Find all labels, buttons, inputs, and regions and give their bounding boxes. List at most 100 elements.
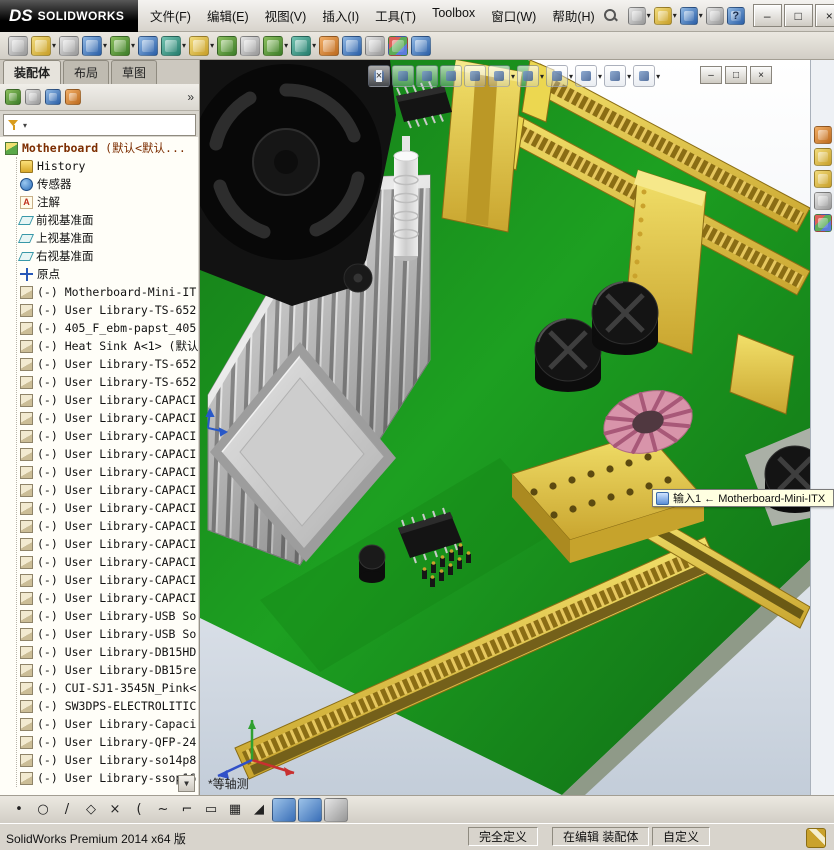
mate-icon[interactable]: ▾ (110, 35, 135, 56)
tree-item[interactable]: (-) CUI-SJ1-3545N_Pink< (20, 679, 198, 697)
tree-item[interactable]: (-) User Library-so14p8 (20, 751, 198, 769)
tree-item[interactable]: (-) User Library-CAPACI (20, 481, 198, 499)
tree-item[interactable]: (-) User Library-QFP-24 (20, 733, 198, 751)
assembly-features-icon[interactable]: ▾ (263, 35, 288, 56)
dropdown-caret-icon[interactable]: ▾ (210, 41, 214, 50)
dropdown-caret-icon[interactable]: ▾ (284, 41, 288, 50)
grid-snap-icon[interactable] (298, 797, 322, 822)
custom-status[interactable]: 自定义 (652, 827, 711, 846)
attachments-icon[interactable] (59, 35, 80, 56)
tree-item[interactable]: (-) User Library-CAPACI (20, 589, 198, 607)
previous-view-icon[interactable] (440, 65, 462, 87)
sketch-pattern-icon[interactable]: ▦ (224, 799, 246, 821)
print-button[interactable] (705, 6, 724, 25)
sketch-polygon-icon[interactable]: ◇ (80, 799, 102, 821)
document-minimize-button[interactable]: – (700, 66, 722, 84)
sketch-circle-icon[interactable]: ○ (32, 799, 54, 821)
document-close-button[interactable]: × (750, 66, 772, 84)
menu-help[interactable]: 帮助(H) (544, 3, 602, 28)
sketch-line-icon[interactable]: / (56, 799, 78, 821)
solidworks-resources-icon[interactable] (813, 126, 832, 144)
tree-item[interactable]: (-) User Library-CAPACI (20, 571, 198, 589)
reference-geometry-icon[interactable]: ▾ (291, 35, 316, 56)
view-palette-icon[interactable] (813, 192, 832, 210)
rotate-component-icon[interactable] (240, 35, 261, 56)
panel-expand-chevron[interactable]: » (187, 90, 194, 104)
sketch-corner-rectangle-icon[interactable]: ⌐ (176, 799, 198, 821)
capacitor[interactable] (534, 318, 602, 392)
tab-sketch[interactable]: 草图 (111, 60, 158, 84)
tree-item[interactable]: 前视基准面 (17, 211, 198, 229)
maximize-button[interactable]: □ (783, 4, 813, 27)
dropdown-caret-icon[interactable]: ▾ (103, 41, 107, 50)
tree-item[interactable]: (-) User Library-ssop16 (20, 769, 198, 787)
3d-scene[interactable] (200, 60, 810, 795)
appearances-scenes-icon[interactable] (813, 214, 832, 232)
print-icon[interactable] (8, 35, 28, 56)
tree-item[interactable]: (-) User Library-DB15HD (20, 643, 198, 661)
tree-item[interactable]: (-) User Library-CAPACI (20, 535, 198, 553)
menu-tools[interactable]: 工具(T) (367, 3, 424, 28)
tree-item[interactable]: 上视基准面 (17, 229, 198, 247)
tree-item[interactable]: (-) User Library-CAPACI (20, 517, 198, 535)
insert-components-icon[interactable]: ▾ (82, 35, 107, 56)
tree-item[interactable]: (-) User Library-USB So (20, 607, 198, 625)
menu-insert[interactable]: 插入(I) (314, 3, 367, 28)
dropdown-caret-icon[interactable]: ▾ (182, 41, 186, 50)
save-button[interactable]: ▾ (679, 6, 703, 25)
tree-filter-combobox[interactable]: ▾ (3, 114, 196, 136)
tree-item[interactable]: 注解 (20, 193, 198, 211)
dropdown-caret-icon[interactable]: ▾ (598, 72, 602, 81)
capacitor[interactable] (591, 281, 659, 355)
dropdown-caret-icon[interactable]: ▾ (511, 72, 515, 81)
sketch-point-icon[interactable]: • (8, 799, 30, 821)
edit-pencil-icon[interactable] (806, 828, 826, 848)
sketch-fillet-icon[interactable]: ◢ (248, 799, 270, 821)
tree-item[interactable]: (-) Heat Sink A<1> (默认 (20, 337, 198, 355)
dropdown-caret-icon[interactable]: ▾ (540, 72, 544, 81)
tab-layout[interactable]: 布局 (63, 60, 110, 84)
featuremanager-tree-tab[interactable] (5, 89, 21, 105)
move-component-icon[interactable] (217, 35, 238, 56)
tree-item[interactable]: (-) User Library-USB So (20, 625, 198, 643)
zoom-to-area-icon[interactable] (416, 65, 438, 87)
capacitor[interactable] (358, 544, 386, 583)
dropdown-caret-icon[interactable]: ▾ (656, 72, 660, 81)
dropdown-caret-icon[interactable]: ▾ (699, 11, 703, 20)
zoom-to-fit-icon[interactable] (392, 65, 414, 87)
sketch-erase-icon[interactable]: × (104, 799, 126, 821)
minimize-button[interactable]: – (752, 4, 782, 27)
tree-item[interactable]: (-) User Library-CAPACI (20, 391, 198, 409)
design-library-icon[interactable] (813, 148, 832, 166)
menu-view[interactable]: 视图(V) (257, 3, 315, 28)
dropdown-caret-icon[interactable]: ▾ (647, 11, 651, 20)
displaymanager-tab[interactable] (65, 89, 81, 105)
help-button[interactable]: ? (726, 6, 745, 25)
tree-item[interactable]: (-) User Library-CAPACI (20, 553, 198, 571)
shaded-sketch-contours-icon[interactable] (272, 797, 296, 822)
component-preview-icon[interactable] (138, 35, 159, 56)
tree-item[interactable]: (-) User Library-TS-652 (20, 373, 198, 391)
dropdown-caret-icon[interactable]: ▾ (131, 41, 135, 50)
tree-item[interactable]: 原点 (20, 265, 198, 283)
exploded-view-icon[interactable] (388, 35, 409, 56)
sketch-spline-icon[interactable]: ~ (152, 799, 174, 821)
tree-item[interactable]: (-) User Library-CAPACI (20, 445, 198, 463)
configurationmanager-tab[interactable] (45, 89, 61, 105)
filter-caret-icon[interactable]: ▾ (23, 121, 27, 130)
tree-item[interactable]: (-) User Library-CAPACI (20, 499, 198, 517)
close-flyout-icon[interactable]: × (368, 65, 390, 87)
view-orientation-icon[interactable]: ▾ (488, 65, 515, 87)
propertymanager-tab[interactable] (25, 89, 41, 105)
tab-assembly[interactable]: 装配体 (3, 60, 62, 84)
tree-item[interactable]: (-) SW3DPS-ELECTROLITIC (20, 697, 198, 715)
interference-detection-icon[interactable] (342, 35, 363, 56)
new-motion-study-icon[interactable] (319, 35, 340, 56)
apply-scene-icon[interactable]: ▾ (604, 65, 631, 87)
dropdown-caret-icon[interactable]: ▾ (52, 41, 56, 50)
tree-item[interactable]: (-) User Library-CAPACI (20, 427, 198, 445)
sketch-arc-icon[interactable]: ( (128, 799, 150, 821)
close-button[interactable]: × (814, 4, 834, 27)
tree-item[interactable]: (-) User Library-TS-652 (20, 301, 198, 319)
edit-component-icon[interactable]: ▾ (31, 35, 56, 56)
